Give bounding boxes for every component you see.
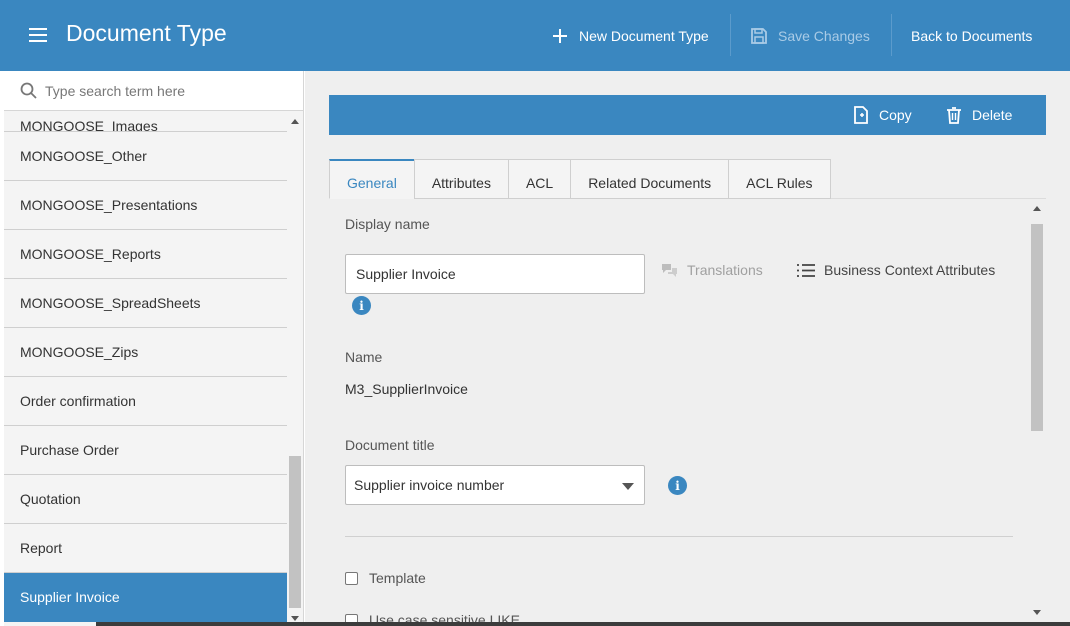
list-item[interactable]: Order confirmation [4, 377, 287, 426]
translations-button[interactable]: Translations [661, 262, 763, 278]
document-type-list: MONGOOSE_Images MONGOOSE_Other MONGOOSE_… [4, 111, 287, 622]
display-name-label: Display name [345, 216, 430, 232]
search-input[interactable] [45, 82, 285, 99]
list-item[interactable]: MONGOOSE_Images [4, 111, 287, 132]
copy-label: Copy [879, 107, 912, 123]
list-item[interactable]: Report [4, 524, 287, 573]
back-to-documents-button[interactable]: Back to Documents [911, 0, 1032, 71]
page-title: Document Type [66, 20, 227, 46]
tab-acl-rules[interactable]: ACL Rules [728, 159, 831, 199]
main-panel: Copy Delete General Attributes ACL Relat… [305, 71, 1070, 626]
delete-button[interactable]: Delete [946, 95, 1012, 135]
trash-icon [947, 107, 961, 124]
sidebar-scrollbar[interactable] [288, 111, 302, 626]
template-label: Template [369, 570, 426, 586]
chat-bubbles-icon [662, 263, 677, 277]
name-label: Name [345, 349, 383, 365]
list-item-selected[interactable]: Supplier Invoice [4, 573, 287, 622]
general-form: Display name Supplier Invoice i Translat… [329, 200, 1029, 626]
menu-icon[interactable] [29, 28, 47, 42]
delete-label: Delete [972, 107, 1013, 123]
template-checkbox[interactable] [345, 571, 358, 585]
template-checkbox-row[interactable]: Template [345, 570, 426, 586]
header-separator [730, 14, 731, 56]
business-context-attributes-button[interactable]: Business Context Attributes [796, 262, 995, 278]
new-document-type-button[interactable]: New Document Type [551, 0, 709, 71]
list-item[interactable]: MONGOOSE_Other [4, 132, 287, 181]
new-document-type-label: New Document Type [579, 27, 709, 44]
name-value: M3_SupplierInvoice [345, 381, 468, 397]
tab-bar: General Attributes ACL Related Documents… [329, 159, 831, 199]
list-item[interactable]: MONGOOSE_SpreadSheets [4, 279, 287, 328]
scroll-down-icon[interactable] [291, 616, 299, 621]
tab-attributes[interactable]: Attributes [413, 159, 508, 199]
tab-acl[interactable]: ACL [507, 159, 571, 199]
document-title-label: Document title [345, 437, 435, 453]
save-changes-label: Save Changes [778, 27, 870, 44]
translations-label: Translations [687, 262, 763, 278]
header-separator [891, 14, 892, 56]
section-divider [345, 536, 1013, 537]
list-item[interactable]: MONGOOSE_Presentations [4, 181, 287, 230]
tab-general[interactable]: General [329, 159, 414, 199]
save-changes-button[interactable]: Save Changes [750, 0, 870, 71]
list-item[interactable]: MONGOOSE_Zips [4, 328, 287, 377]
back-to-documents-label: Back to Documents [911, 27, 1033, 44]
plus-icon [553, 28, 567, 43]
list-item[interactable]: Quotation [4, 475, 287, 524]
copy-icon [854, 106, 868, 124]
action-bar: Copy Delete [329, 95, 1046, 135]
document-title-select[interactable]: Supplier invoice number [345, 465, 645, 505]
scroll-up-icon[interactable] [291, 119, 299, 124]
copy-button[interactable]: Copy [853, 95, 912, 135]
business-context-attributes-label: Business Context Attributes [824, 262, 996, 278]
document-type-sidebar: MONGOOSE_Images MONGOOSE_Other MONGOOSE_… [4, 71, 304, 626]
list-item[interactable]: MONGOOSE_Reports [4, 230, 287, 279]
app-header: Document Type New Document Type Save Cha… [0, 0, 1070, 71]
scroll-down-icon[interactable] [1033, 610, 1041, 615]
scroll-up-icon[interactable] [1033, 206, 1041, 211]
scrollbar-thumb[interactable] [289, 456, 301, 608]
info-icon[interactable]: i [668, 476, 687, 495]
search-icon [20, 82, 37, 99]
window-bottom-edge [96, 622, 1070, 626]
main-scrollbar[interactable] [1030, 200, 1044, 626]
save-icon [751, 27, 767, 44]
info-icon[interactable]: i [352, 296, 371, 315]
chevron-down-icon [622, 483, 634, 490]
list-icon [797, 263, 815, 277]
display-name-input[interactable]: Supplier Invoice [345, 254, 645, 294]
tab-related-documents[interactable]: Related Documents [570, 159, 729, 199]
list-item[interactable]: Purchase Order [4, 426, 287, 475]
search-bar [4, 71, 303, 111]
scrollbar-thumb[interactable] [1031, 224, 1043, 431]
